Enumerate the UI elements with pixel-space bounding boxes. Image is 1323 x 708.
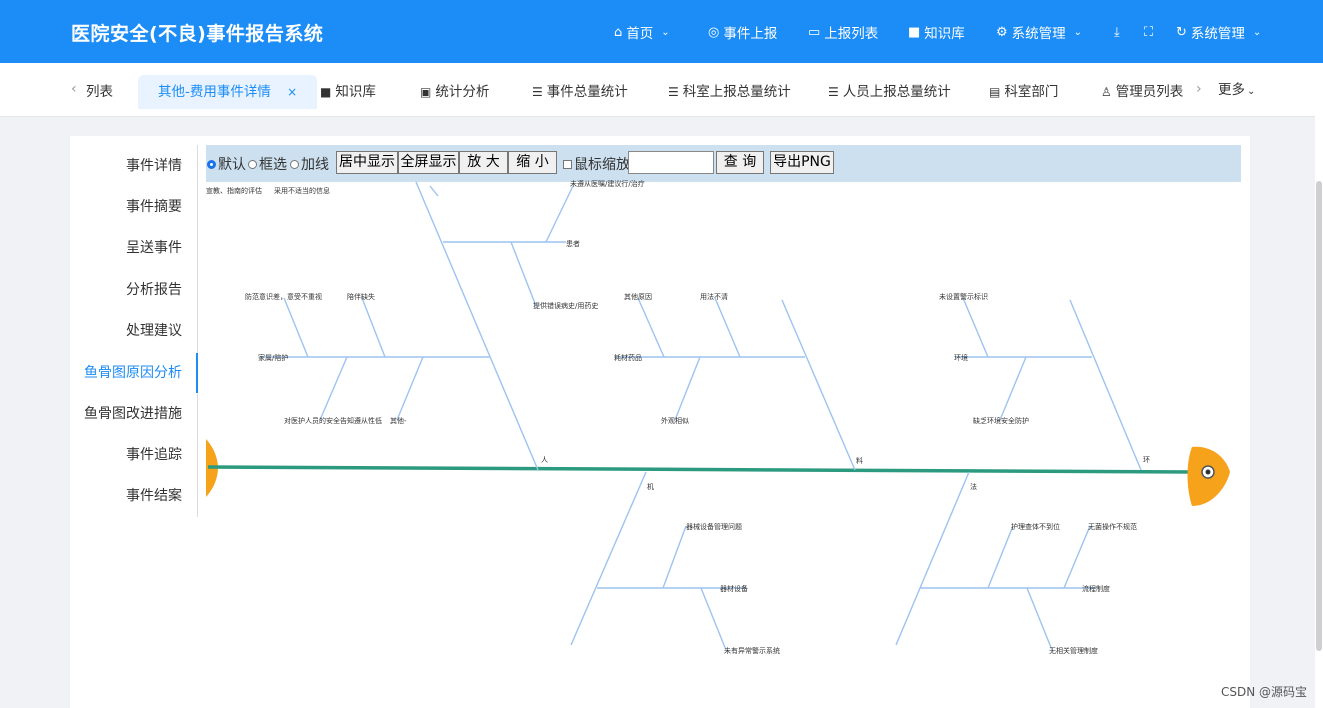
content-card <box>70 136 1250 708</box>
side-item-event-detail[interactable]: 事件详情 <box>70 156 198 176</box>
page-scrollbar[interactable] <box>1315 63 1323 708</box>
zoom-out-button[interactable]: 缩 小 <box>508 151 557 174</box>
nav-home[interactable]: ⌂ 首页 ⌄ <box>614 22 670 43</box>
tab-departments-label: 科室部门 <box>1004 84 1059 100</box>
mode-select-label: 框选 <box>259 157 287 173</box>
wheel-zoom-label: 鼠标缩放 <box>574 157 630 173</box>
chevron-down-icon: ⌄ <box>1252 26 1262 38</box>
download-button[interactable]: ⤓ <box>1114 22 1120 42</box>
tab-more[interactable]: 更多 ⌄ <box>1218 73 1255 107</box>
nav-knowledge-label: 知识库 <box>924 26 965 42</box>
query-button[interactable]: 查 询 <box>716 151 764 174</box>
chevron-down-icon: ⌄ <box>661 26 670 38</box>
tab-knowledge-label: 知识库 <box>335 84 376 100</box>
nav-report[interactable]: ◎ 事件上报 <box>708 22 778 43</box>
tab-staff-total-label: 人员上报总量统计 <box>842 84 951 100</box>
tab-list[interactable]: 列表 <box>86 75 113 109</box>
fullscreen-view-button[interactable]: 全屏显示 <box>398 151 459 174</box>
chart-icon: ▣ <box>420 85 432 99</box>
tab-statistics-label: 统计分析 <box>435 84 490 100</box>
report-icon: ◎ <box>708 24 720 40</box>
fullscreen-icon: ⛶ <box>1144 24 1154 40</box>
chevron-down-icon: ⌄ <box>1247 86 1256 97</box>
side-item-event-summary[interactable]: 事件摘要 <box>70 197 198 217</box>
nav-report-list[interactable]: ▭ 上报列表 <box>808 22 879 43</box>
nav-system[interactable]: ⚙ 系统管理 ⌄ <box>996 22 1083 43</box>
tab-dept-total-label: 科室上报总量统计 <box>682 84 791 100</box>
watermark: CSDN @源码宝 <box>1220 685 1307 699</box>
side-menu-divider <box>197 145 198 517</box>
list-icon: ☰ <box>828 85 839 99</box>
book-icon: ■ <box>908 24 921 40</box>
fishbone-toolbar: 默认 框选 加线 居中显示 全屏显示 放 大 缩 小 鼠标缩放 查 询 导出PN… <box>206 145 1241 182</box>
tab-dept-total[interactable]: ☰ 科室上报总量统计 <box>668 75 791 109</box>
tab-admin-list-label: 管理员列表 <box>1115 84 1184 100</box>
user-icon: ♙ <box>1101 85 1112 99</box>
chevron-right-icon[interactable]: › <box>1196 81 1202 97</box>
side-item-event-close[interactable]: 事件结案 <box>70 486 198 506</box>
nav-system-label: 系统管理 <box>1011 26 1066 42</box>
side-item-fishbone-cause[interactable]: 鱼骨图原因分析 <box>70 363 198 383</box>
chevron-left-icon[interactable]: ‹ <box>71 81 77 97</box>
center-view-button[interactable]: 居中显示 <box>336 151 398 174</box>
mode-addline-label: 加线 <box>301 157 329 173</box>
radio-unchecked-icon <box>248 159 257 169</box>
side-item-analysis-report[interactable]: 分析报告 <box>70 280 198 300</box>
document-icon: ▤ <box>989 85 1001 99</box>
tab-event-detail-label: 其他-费用事件详情 <box>158 84 271 100</box>
nav-home-label: 首页 <box>626 26 654 42</box>
side-item-submit-event[interactable]: 呈送事件 <box>70 238 198 258</box>
refresh-icon: ↻ <box>1176 24 1187 40</box>
close-icon[interactable]: × <box>287 85 297 99</box>
chevron-down-icon: ⌄ <box>1073 26 1083 38</box>
tab-admin-list[interactable]: ♙ 管理员列表 <box>1101 75 1183 109</box>
nav-user-menu[interactable]: ↻ 系统管理 ⌄ <box>1176 22 1262 43</box>
search-input[interactable] <box>628 151 714 174</box>
tab-statistics[interactable]: ▣ 统计分析 <box>420 75 489 109</box>
tab-departments[interactable]: ▤ 科室部门 <box>989 75 1058 109</box>
tab-more-label: 更多 <box>1218 82 1245 98</box>
mode-default-label: 默认 <box>218 157 246 173</box>
tab-bar: ‹ 列表 其他-费用事件详情 × ■ 知识库 ▣ 统计分析 ☰ 事件总量统计 ☰ 科室上… <box>0 63 1323 117</box>
radio-checked-icon <box>207 159 216 169</box>
mode-addline-radio[interactable]: 加线 <box>290 154 329 174</box>
tab-knowledge[interactable]: ■ 知识库 <box>320 75 376 109</box>
nav-knowledge[interactable]: ■ 知识库 <box>908 22 965 43</box>
active-indicator <box>196 353 198 393</box>
top-header: 医院安全(不良)事件报告系统 ⌂ 首页 ⌄ ◎ 事件上报 ▭ 上报列表 ■ 知识… <box>0 0 1323 63</box>
radio-unchecked-icon <box>290 159 299 169</box>
nav-user-menu-label: 系统管理 <box>1190 26 1245 42</box>
fullscreen-button[interactable]: ⛶ <box>1144 22 1153 42</box>
tab-event-total[interactable]: ☰ 事件总量统计 <box>532 75 628 109</box>
nav-report-list-label: 上报列表 <box>824 26 879 42</box>
app-title: 医院安全(不良)事件报告系统 <box>71 23 324 45</box>
download-icon: ⤓ <box>1114 24 1120 40</box>
list-icon: ☰ <box>532 85 543 99</box>
export-png-button[interactable]: 导出PNG <box>770 151 834 174</box>
mode-default-radio[interactable]: 默认 <box>207 154 246 174</box>
tab-event-detail[interactable]: 其他-费用事件详情 × <box>138 75 318 109</box>
gear-icon: ⚙ <box>996 24 1008 40</box>
book-icon: ■ <box>320 85 332 99</box>
list-icon: ▭ <box>808 24 821 40</box>
wheel-zoom-checkbox[interactable]: 鼠标缩放 <box>563 154 630 174</box>
tab-staff-total[interactable]: ☰ 人员上报总量统计 <box>828 75 951 109</box>
list-icon: ☰ <box>668 85 679 99</box>
zoom-in-button[interactable]: 放 大 <box>459 151 508 174</box>
mode-select-radio[interactable]: 框选 <box>248 154 287 174</box>
side-item-fishbone-improve[interactable]: 鱼骨图改进措施 <box>70 404 198 424</box>
nav-report-label: 事件上报 <box>723 26 778 42</box>
scrollbar-thumb[interactable] <box>1316 181 1322 651</box>
checkbox-icon <box>563 159 572 169</box>
side-item-event-tracking[interactable]: 事件追踪 <box>70 445 198 465</box>
tab-event-total-label: 事件总量统计 <box>546 84 628 100</box>
side-item-handling-advice[interactable]: 处理建议 <box>70 321 198 341</box>
home-icon: ⌂ <box>614 24 623 40</box>
